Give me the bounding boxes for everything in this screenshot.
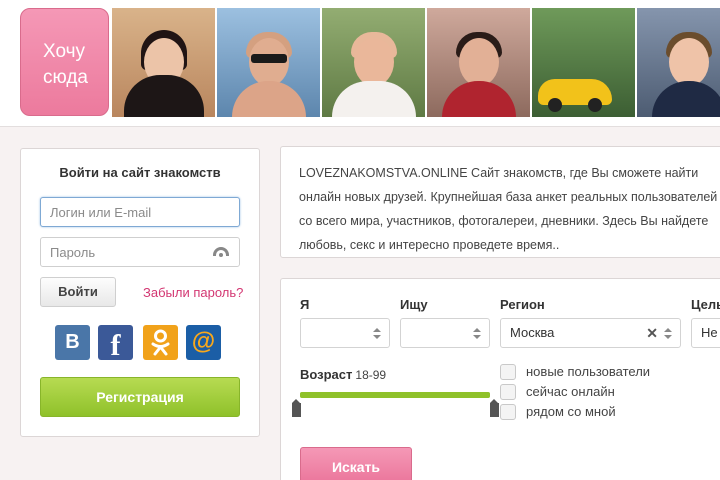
region-select[interactable]: Москва ✕ <box>500 318 681 348</box>
goal-select[interactable]: Не <box>691 318 720 348</box>
age-label-text: Возраст <box>300 367 353 382</box>
select-arrows-icon <box>473 328 481 339</box>
checkbox-label: сейчас онлайн <box>526 384 615 399</box>
login-card: Войти на сайт знакомств Войти Забыли пар… <box>20 148 260 437</box>
age-label: Возраст 18-99 <box>300 367 386 382</box>
i-am-select[interactable] <box>300 318 390 348</box>
site-description: LOVEZNAKOMSTVA.ONLINE Сайт знакомств, гд… <box>299 166 718 252</box>
facebook-icon[interactable]: f <box>98 325 133 362</box>
checkbox-label: новые пользователи <box>526 364 651 379</box>
clear-icon[interactable]: ✕ <box>646 319 658 347</box>
site-description-card: LOVEZNAKOMSTVA.ONLINE Сайт знакомств, гд… <box>280 146 720 258</box>
profile-thumb-3[interactable] <box>322 8 425 117</box>
login-button[interactable]: Войти <box>40 277 116 307</box>
i-am-label: Я <box>300 297 310 312</box>
want-here-button[interactable]: Хочу сюда <box>20 8 109 116</box>
register-button[interactable]: Регистрация <box>40 377 240 417</box>
password-input[interactable] <box>40 237 240 267</box>
seeking-select[interactable] <box>400 318 490 348</box>
eye-icon[interactable] <box>213 247 229 257</box>
profile-thumb-5[interactable] <box>532 8 635 117</box>
profile-thumb-2[interactable] <box>217 8 320 117</box>
odnoklassniki-icon[interactable] <box>143 325 178 360</box>
search-card: Я Ищу Регион Цель Москва ✕ Не Возраст18-… <box>280 278 720 480</box>
select-arrows-icon <box>664 328 672 339</box>
login-email-input[interactable] <box>40 197 240 227</box>
mail-ru-icon[interactable]: @ <box>186 325 221 360</box>
age-slider-fill <box>300 392 490 398</box>
seeking-label: Ищу <box>400 297 428 312</box>
region-value: Москва <box>510 325 555 340</box>
checkbox-label: рядом со мной <box>526 404 616 419</box>
profile-strip: Хочу сюда <box>0 0 720 127</box>
forgot-password-link[interactable]: Забыли пароль? <box>143 285 243 300</box>
age-max-handle[interactable] <box>490 399 499 417</box>
profile-thumb-6[interactable] <box>637 8 720 117</box>
search-button[interactable]: Искать <box>300 447 412 480</box>
region-label: Регион <box>500 297 545 312</box>
login-title: Войти на сайт знакомств <box>59 165 221 180</box>
checkbox-icon[interactable] <box>500 384 516 400</box>
age-min-handle[interactable] <box>292 399 301 417</box>
vk-icon[interactable]: В <box>55 325 90 360</box>
profile-thumb-1[interactable] <box>112 8 215 117</box>
goal-label: Цель <box>691 297 720 312</box>
profile-thumb-4[interactable] <box>427 8 530 117</box>
goal-value: Не <box>701 325 718 340</box>
checkbox-icon[interactable] <box>500 404 516 420</box>
age-range-value: 18-99 <box>355 368 387 382</box>
age-slider-track[interactable] <box>300 392 490 398</box>
checkbox-icon[interactable] <box>500 364 516 380</box>
select-arrows-icon <box>373 328 381 339</box>
